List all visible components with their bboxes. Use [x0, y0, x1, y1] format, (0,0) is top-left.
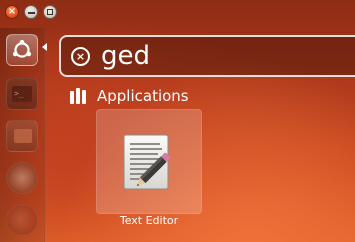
- launcher-browser[interactable]: [6, 162, 38, 194]
- window-close-button[interactable]: ×: [5, 5, 19, 19]
- category-label: Applications: [97, 87, 189, 105]
- search-input[interactable]: [101, 39, 351, 73]
- terminal-icon: >_: [12, 86, 32, 102]
- launcher-dash-home[interactable]: [6, 34, 38, 66]
- ubuntu-logo-icon: [12, 39, 32, 58]
- launcher: >_: [0, 28, 45, 242]
- category-header-applications[interactable]: Applications: [70, 86, 189, 106]
- result-label-text-editor: Text Editor: [119, 214, 179, 227]
- close-icon: ×: [7, 6, 17, 17]
- maximize-icon: [47, 9, 53, 15]
- dash-search-bar[interactable]: ×: [59, 35, 355, 77]
- window-minimize-button[interactable]: [24, 5, 38, 19]
- text-editor-icon: [123, 134, 171, 190]
- minimize-icon: [27, 11, 35, 14]
- launcher-firefox[interactable]: [6, 204, 38, 236]
- applications-icon: [70, 88, 86, 104]
- result-text-editor[interactable]: [96, 109, 202, 214]
- active-launcher-indicator: [42, 43, 47, 51]
- clear-search-button[interactable]: ×: [71, 47, 90, 66]
- launcher-files[interactable]: [6, 120, 38, 152]
- launcher-terminal[interactable]: >_: [6, 78, 38, 110]
- window-maximize-button[interactable]: [43, 5, 57, 19]
- clear-icon: ×: [75, 50, 86, 63]
